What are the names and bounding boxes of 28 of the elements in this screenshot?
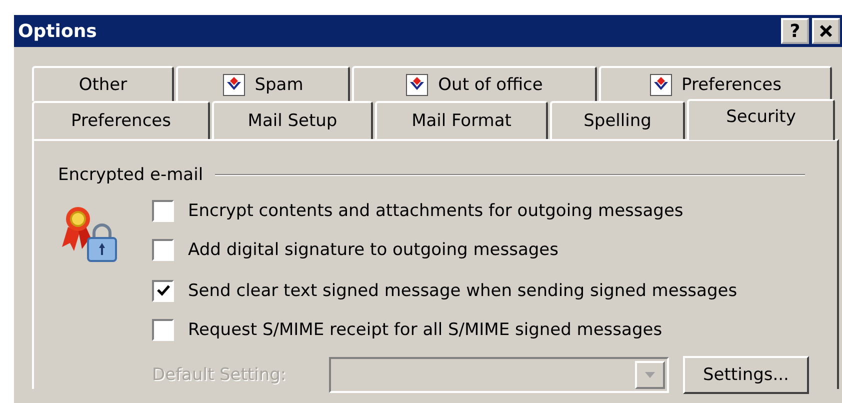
checkbox[interactable] [152, 280, 174, 302]
checkbox-label: Send clear text signed message when sending signed messages [188, 281, 738, 301]
checkmark-badge-icon [406, 74, 428, 96]
checkmark-icon [156, 284, 170, 298]
tab[interactable]: Other [32, 66, 174, 101]
checkbox[interactable] [152, 319, 174, 341]
help-button[interactable]: ? [781, 18, 809, 44]
checkbox-label: Request S/MIME receipt for all S/MIME signed messages [188, 320, 662, 340]
tab[interactable]: Mail Format [375, 101, 548, 139]
section-title: Encrypted e-mail [58, 165, 204, 185]
checkmark-badge-icon [222, 74, 245, 96]
checkbox-label: Encrypt contents and attachments for outgoing messages [188, 201, 684, 221]
close-button[interactable] [812, 18, 840, 44]
tab[interactable]: Security [687, 99, 835, 140]
tab[interactable]: Spelling [550, 101, 685, 139]
window-title: Options [18, 20, 97, 42]
tab[interactable]: Mail Setup [212, 101, 373, 139]
tab[interactable]: Preferences [599, 66, 832, 101]
checkbox-label: Add digital signature to outgoing messages [188, 240, 558, 260]
settings-button[interactable]: Settings... [683, 356, 809, 394]
default-setting-dropdown[interactable] [329, 357, 669, 393]
close-icon [819, 24, 833, 38]
tab[interactable]: Out of office [352, 66, 597, 101]
checkmark-badge-icon [650, 74, 672, 96]
tab[interactable]: Preferences [32, 101, 210, 139]
checkbox[interactable] [152, 200, 174, 222]
checkbox[interactable] [152, 239, 174, 261]
tab[interactable]: Spam [176, 66, 350, 101]
